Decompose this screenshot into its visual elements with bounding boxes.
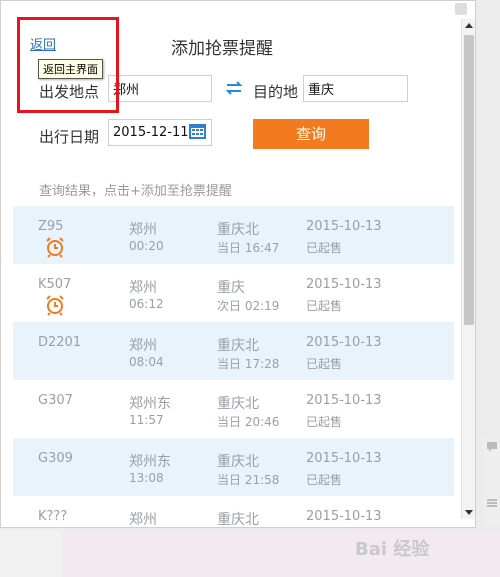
arrival-station: 重庆北: [217, 512, 259, 528]
back-tooltip: 返回主界面: [38, 59, 103, 79]
arrival-time: 当日 17:28: [217, 357, 280, 371]
arrival-station: 重庆北: [217, 454, 259, 470]
arrival-time: 当日 20:46: [217, 415, 280, 429]
background-pink: [62, 530, 500, 577]
to-label: 目的地: [253, 83, 299, 101]
train-code: G307: [38, 393, 73, 408]
sale-status: 已起售: [306, 473, 343, 487]
side-toolbar: [484, 437, 500, 527]
alarm-clock-icon[interactable]: [44, 294, 66, 316]
sale-date: 2015-10-13: [306, 335, 382, 350]
arrival-station: 重庆北: [217, 396, 259, 412]
from-label: 出发地点: [39, 83, 100, 101]
ticket-reminder-dialog: 返回 添加抢票提醒 出发地点 目的地 出行日期 查询 查询结果，点击+添加至抢票…: [0, 0, 476, 528]
comment-icon[interactable]: [486, 441, 498, 453]
scroll-down-icon[interactable]: [462, 505, 476, 519]
sale-status: 已起售: [306, 357, 343, 371]
arrival-station: 重庆北: [217, 222, 259, 238]
departure-station: 郑州: [129, 280, 157, 296]
date-label: 出行日期: [39, 128, 100, 146]
train-row[interactable]: K507 郑州 06:12 重庆 次日 02:19 2015-10-13 已起售: [13, 264, 454, 322]
arrival-station: 重庆: [217, 280, 245, 296]
watermark: Bai 经验: [355, 539, 430, 560]
departure-time: 06:12: [129, 297, 164, 311]
arrival-time: 当日 16:47: [217, 241, 280, 255]
vertical-scrollbar[interactable]: [461, 19, 476, 519]
sale-status: 已起售: [306, 299, 343, 313]
query-button[interactable]: 查询: [253, 119, 369, 149]
sale-date: 2015-10-13: [306, 451, 382, 466]
scroll-up-icon[interactable]: [462, 19, 476, 33]
departure-station: 郑州东: [129, 396, 171, 412]
departure-station: 郑州: [129, 512, 157, 528]
sale-date: 2015-10-13: [306, 393, 382, 408]
calendar-icon[interactable]: [188, 122, 207, 140]
train-code: K507: [38, 277, 72, 292]
train-row[interactable]: G307 郑州东 11:57 重庆北 当日 20:46 2015-10-13 已…: [13, 380, 454, 438]
departure-time: 11:57: [129, 413, 164, 427]
sale-date: 2015-10-13: [306, 219, 382, 234]
train-code: Z95: [38, 219, 64, 234]
close-icon[interactable]: [455, 3, 467, 15]
sale-status: 已起售: [306, 415, 343, 429]
back-link[interactable]: 返回: [30, 34, 56, 53]
departure-station: 郑州: [129, 222, 157, 238]
sale-date: 2015-10-13: [306, 277, 382, 292]
list-icon[interactable]: [486, 497, 498, 509]
departure-time: 13:08: [129, 471, 164, 485]
scrollbar-thumb[interactable]: [464, 35, 474, 325]
departure-station: 郑州东: [129, 454, 171, 470]
alarm-clock-icon[interactable]: [44, 236, 66, 258]
from-input[interactable]: [108, 75, 212, 102]
results-hint: 查询结果，点击+添加至抢票提醒: [39, 184, 232, 199]
departure-time: 00:20: [129, 239, 164, 253]
train-code: G309: [38, 451, 73, 466]
train-row[interactable]: Z95 郑州 00:20 重庆北 当日 16:47 2015-10-13 已起售: [13, 206, 454, 264]
departure-time: 08:04: [129, 355, 164, 369]
train-row[interactable]: G309 郑州东 13:08 重庆北 当日 21:58 2015-10-13 已…: [13, 438, 454, 496]
swap-icon[interactable]: [225, 81, 243, 95]
sale-status: 已起售: [306, 241, 343, 255]
train-code: D2201: [38, 335, 82, 350]
arrival-time: 次日 02:19: [217, 299, 280, 313]
arrival-station: 重庆北: [217, 338, 259, 354]
departure-station: 郑州: [129, 338, 157, 354]
train-result-list: Z95 郑州 00:20 重庆北 当日 16:47 2015-10-13 已起售…: [13, 206, 454, 528]
to-input[interactable]: [303, 75, 408, 102]
dialog-title: 添加抢票提醒: [171, 39, 273, 59]
train-row[interactable]: K??? 郑州 重庆北 2015-10-13: [13, 496, 454, 528]
train-code: K???: [38, 509, 68, 524]
sale-date: 2015-10-13: [306, 509, 382, 524]
arrival-time: 当日 21:58: [217, 473, 280, 487]
train-row[interactable]: D2201 郑州 08:04 重庆北 当日 17:28 2015-10-13 已…: [13, 322, 454, 380]
